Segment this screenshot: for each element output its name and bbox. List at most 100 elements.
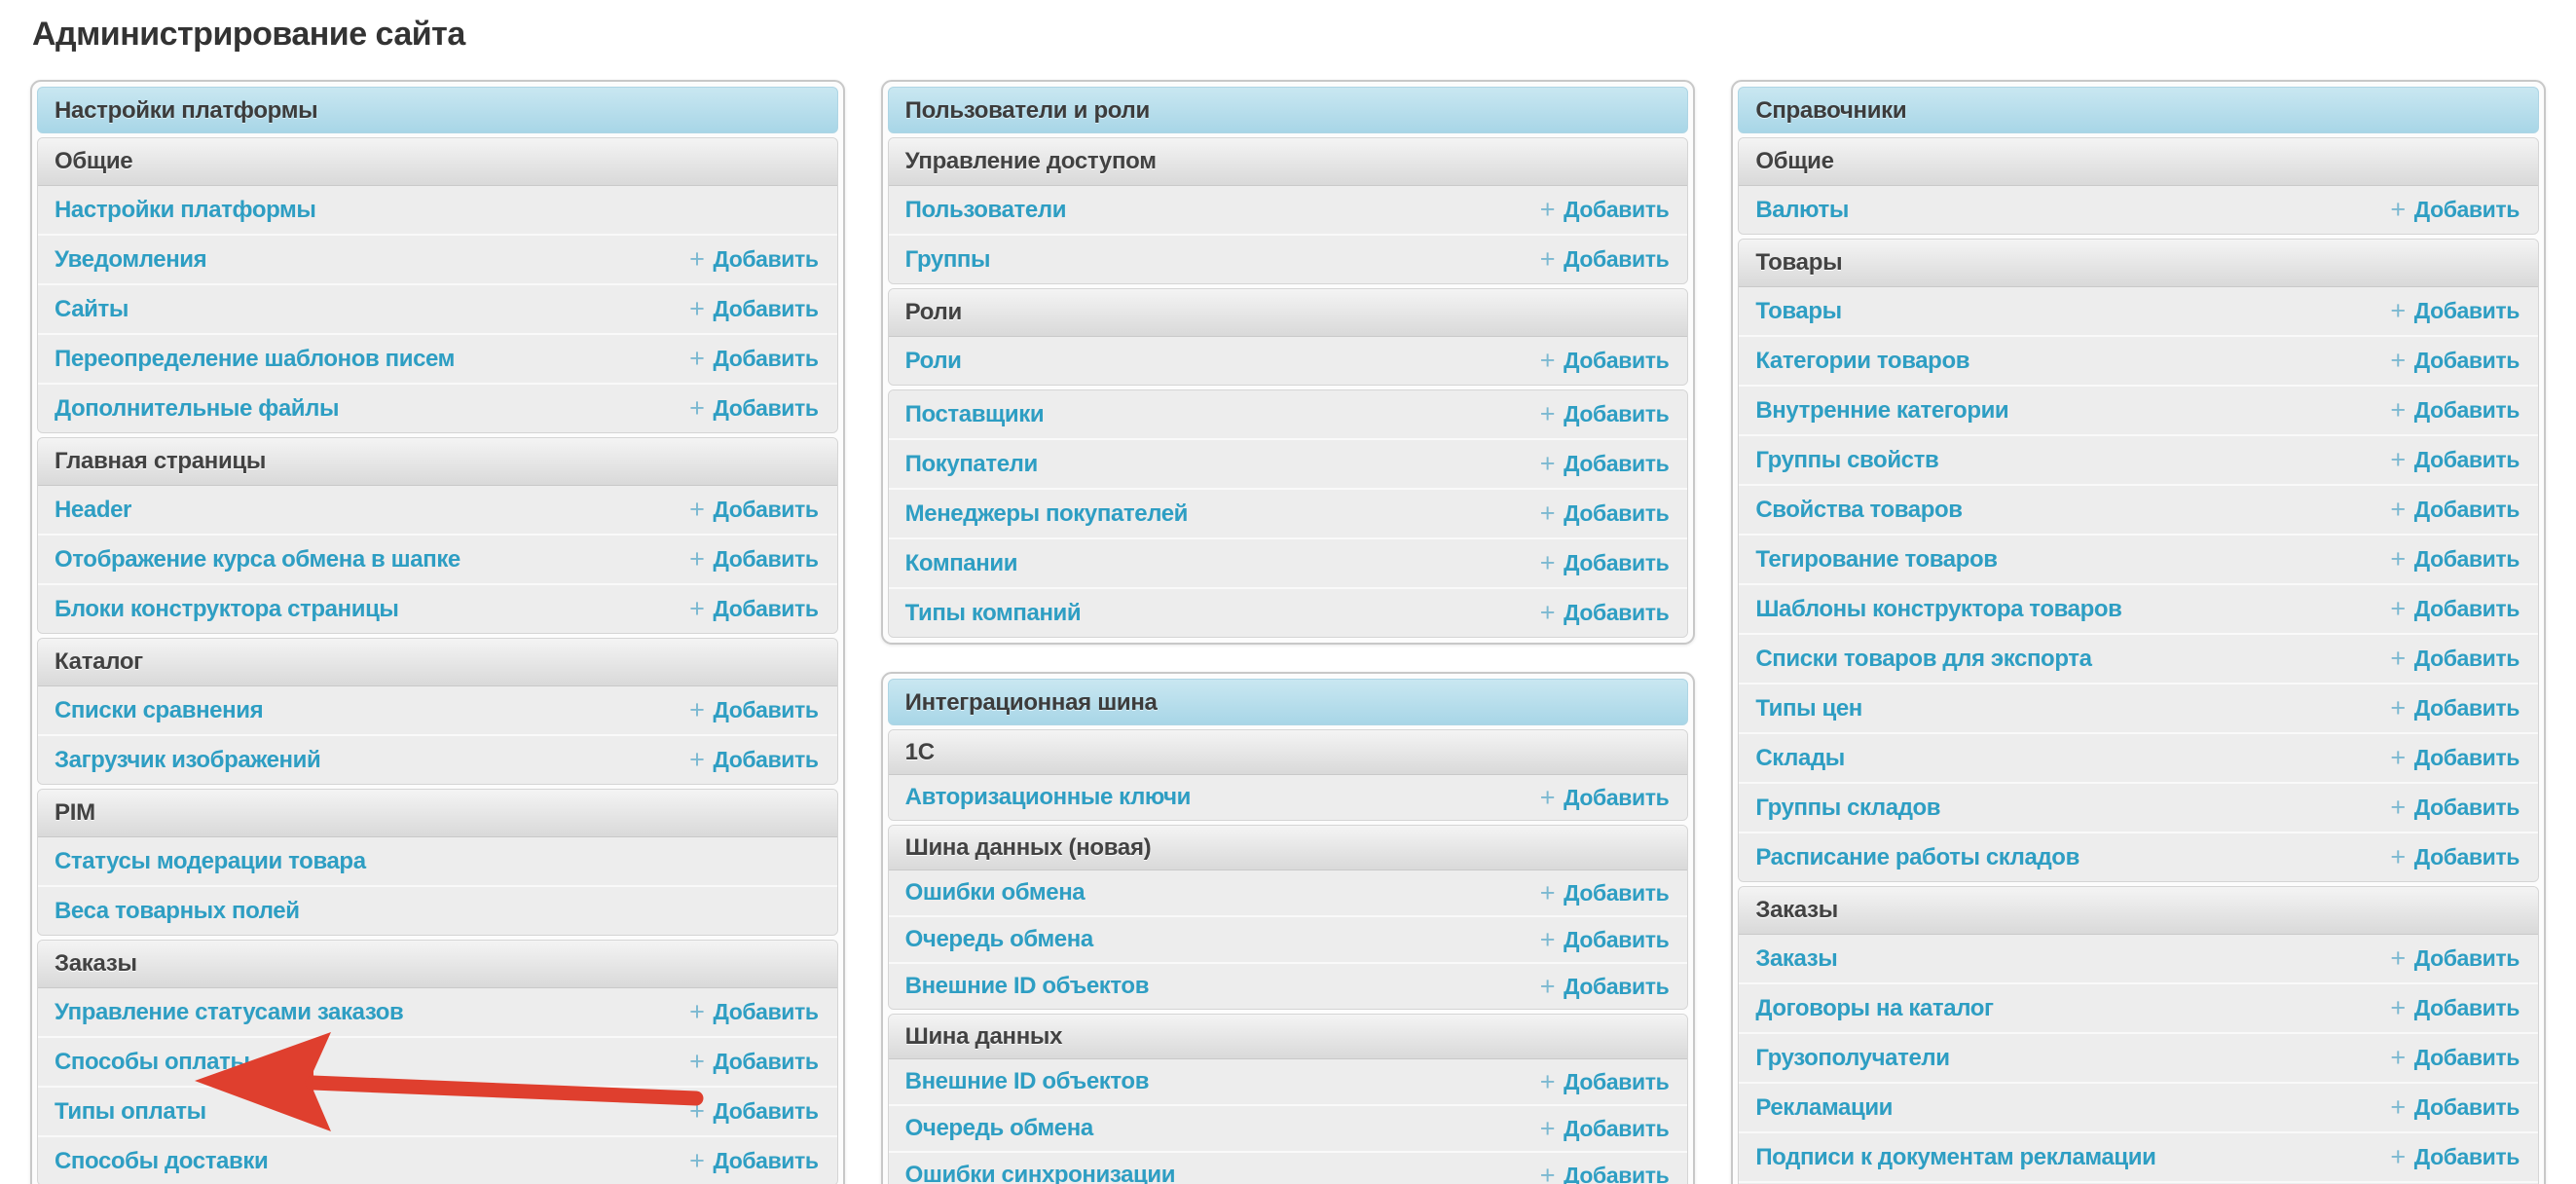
model-link[interactable]: Ошибки синхронизации bbox=[905, 1162, 1176, 1184]
add-button[interactable]: + Добавить bbox=[2390, 348, 2520, 374]
add-button[interactable]: + Добавить bbox=[689, 1148, 819, 1174]
add-button[interactable]: + Добавить bbox=[1540, 246, 1670, 273]
model-link[interactable]: Типы цен bbox=[1755, 695, 1862, 722]
add-button[interactable]: + Добавить bbox=[689, 999, 819, 1025]
add-button[interactable]: + Добавить bbox=[1540, 401, 1670, 427]
model-link[interactable]: Header bbox=[55, 497, 131, 524]
model-link[interactable]: Валюты bbox=[1755, 197, 1849, 224]
add-button[interactable]: + Добавить bbox=[2390, 1045, 2520, 1071]
add-button[interactable]: + Добавить bbox=[2390, 397, 2520, 424]
add-button[interactable]: + Добавить bbox=[1540, 926, 1670, 953]
model-link[interactable]: Роли bbox=[905, 348, 962, 375]
model-link[interactable]: Переопределение шаблонов писем bbox=[55, 346, 455, 373]
add-button[interactable]: + Добавить bbox=[689, 747, 819, 773]
add-button[interactable]: + Добавить bbox=[1540, 1068, 1670, 1095]
model-link[interactable]: Управление статусами заказов bbox=[55, 999, 404, 1026]
add-button[interactable]: + Добавить bbox=[689, 546, 819, 573]
model-link[interactable]: Группы складов bbox=[1755, 795, 1940, 822]
model-link[interactable]: Внутренние категории bbox=[1755, 397, 2008, 425]
add-button[interactable]: + Добавить bbox=[1540, 348, 1670, 374]
add-button[interactable]: + Добавить bbox=[689, 596, 819, 622]
model-link[interactable]: Авторизационные ключи bbox=[905, 784, 1192, 811]
add-button[interactable]: + Добавить bbox=[689, 1049, 819, 1075]
add-button[interactable]: + Добавить bbox=[689, 1098, 819, 1125]
add-button[interactable]: + Добавить bbox=[2390, 1144, 2520, 1170]
model-link[interactable]: Сайты bbox=[55, 296, 129, 323]
model-link[interactable]: Блоки конструктора страницы bbox=[55, 596, 399, 623]
add-button[interactable]: + Добавить bbox=[689, 346, 819, 372]
model-link[interactable]: Рекламации bbox=[1755, 1094, 1893, 1122]
add-button[interactable]: + Добавить bbox=[1540, 784, 1670, 811]
add-button[interactable]: + Добавить bbox=[2390, 497, 2520, 523]
model-link[interactable]: Шаблоны конструктора товаров bbox=[1755, 596, 2122, 623]
add-button[interactable]: + Добавить bbox=[2390, 298, 2520, 324]
model-link[interactable]: Статусы модерации товара bbox=[55, 848, 366, 875]
add-button[interactable]: + Добавить bbox=[2390, 596, 2520, 622]
model-link[interactable]: Свойства товаров bbox=[1755, 497, 1963, 524]
model-link[interactable]: Веса товарных полей bbox=[55, 898, 300, 925]
add-button[interactable]: + Добавить bbox=[2390, 745, 2520, 771]
model-link[interactable]: Очередь обмена bbox=[905, 1115, 1094, 1142]
add-button[interactable]: + Добавить bbox=[1540, 879, 1670, 906]
add-label: Добавить bbox=[1564, 197, 1670, 222]
add-button[interactable]: + Добавить bbox=[689, 395, 819, 422]
add-button[interactable]: + Добавить bbox=[2390, 197, 2520, 223]
model-row: Очередь обмена + Добавить bbox=[888, 915, 1688, 962]
model-link[interactable]: Заказы bbox=[1755, 945, 1837, 973]
model-link[interactable]: Менеджеры покупателей bbox=[905, 500, 1189, 528]
add-button[interactable]: + Добавить bbox=[2390, 844, 2520, 870]
model-link[interactable]: Группы свойств bbox=[1755, 447, 1938, 474]
model-link[interactable]: Поставщики bbox=[905, 401, 1045, 428]
model-link[interactable]: Списки товаров для экспорта bbox=[1755, 646, 2092, 673]
add-button[interactable]: + Добавить bbox=[2390, 945, 2520, 972]
add-button[interactable]: + Добавить bbox=[1540, 1162, 1670, 1184]
model-link[interactable]: Уведомления bbox=[55, 246, 207, 274]
model-link[interactable]: Группы bbox=[905, 246, 991, 274]
model-link[interactable]: Загрузчик изображений bbox=[55, 747, 321, 774]
add-button[interactable]: + Добавить bbox=[2390, 995, 2520, 1021]
plus-icon: + bbox=[689, 695, 705, 724]
add-button[interactable]: + Добавить bbox=[2390, 447, 2520, 473]
model-link[interactable]: Внешние ID объектов bbox=[905, 973, 1150, 1000]
model-link[interactable]: Пользователи bbox=[905, 197, 1067, 224]
model-link[interactable]: Подписи к документам рекламации bbox=[1755, 1144, 2156, 1171]
model-link[interactable]: Очередь обмена bbox=[905, 926, 1094, 953]
add-button[interactable]: + Добавить bbox=[2390, 1094, 2520, 1121]
model-link[interactable]: Списки сравнения bbox=[55, 697, 264, 724]
model-link[interactable]: Отображение курса обмена в шапке bbox=[55, 546, 460, 574]
model-link[interactable]: Типы оплаты bbox=[55, 1098, 206, 1126]
model-link[interactable]: Склады bbox=[1755, 745, 1845, 772]
add-button[interactable]: + Добавить bbox=[1540, 500, 1670, 527]
add-button[interactable]: + Добавить bbox=[689, 697, 819, 723]
add-button[interactable]: + Добавить bbox=[1540, 451, 1670, 477]
model-link[interactable]: Способы доставки bbox=[55, 1148, 269, 1175]
model-link[interactable]: Покупатели bbox=[905, 451, 1039, 478]
add-button[interactable]: + Добавить bbox=[2390, 795, 2520, 821]
add-button[interactable]: + Добавить bbox=[2390, 646, 2520, 672]
model-link[interactable]: Компании bbox=[905, 550, 1018, 577]
model-link[interactable]: Категории товаров bbox=[1755, 348, 1969, 375]
add-button[interactable]: + Добавить bbox=[1540, 600, 1670, 626]
model-link[interactable]: Внешние ID объектов bbox=[905, 1068, 1150, 1095]
model-row: Грузополучатели + Добавить bbox=[1739, 1032, 2538, 1082]
add-button[interactable]: + Добавить bbox=[689, 246, 819, 273]
model-link[interactable]: Способы оплаты bbox=[55, 1049, 250, 1076]
model-link[interactable]: Товары bbox=[1755, 298, 1842, 325]
model-link[interactable]: Тегирование товаров bbox=[1755, 546, 1998, 574]
add-button[interactable]: + Добавить bbox=[689, 296, 819, 322]
add-label: Добавить bbox=[1564, 451, 1670, 476]
add-button[interactable]: + Добавить bbox=[2390, 695, 2520, 722]
model-link[interactable]: Ошибки обмена bbox=[905, 879, 1086, 906]
model-link[interactable]: Грузополучатели bbox=[1755, 1045, 1950, 1072]
add-button[interactable]: + Добавить bbox=[1540, 973, 1670, 1000]
add-button[interactable]: + Добавить bbox=[1540, 197, 1670, 223]
model-link[interactable]: Расписание работы складов bbox=[1755, 844, 2079, 871]
add-button[interactable]: + Добавить bbox=[1540, 1115, 1670, 1142]
add-button[interactable]: + Добавить bbox=[689, 497, 819, 523]
model-link[interactable]: Договоры на каталог bbox=[1755, 995, 1994, 1022]
model-link[interactable]: Типы компаний bbox=[905, 600, 1082, 627]
add-button[interactable]: + Добавить bbox=[1540, 550, 1670, 576]
add-button[interactable]: + Добавить bbox=[2390, 546, 2520, 573]
model-link[interactable]: Дополнительные файлы bbox=[55, 395, 339, 423]
model-link[interactable]: Настройки платформы bbox=[55, 197, 316, 224]
